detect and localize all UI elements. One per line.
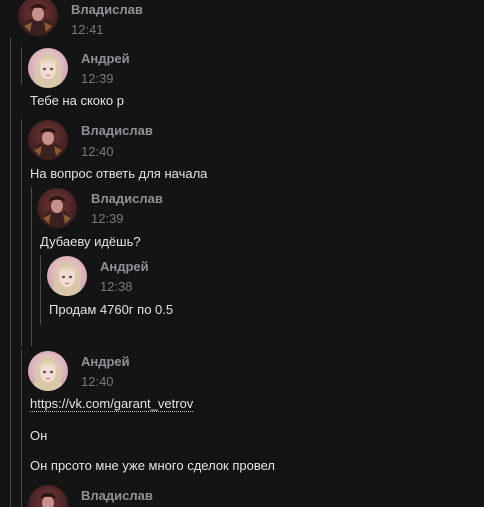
quote-line-level-2c	[21, 349, 22, 507]
dark-warrior-avatar-icon	[37, 188, 77, 228]
avatar[interactable]	[28, 485, 68, 507]
message-author[interactable]: Андрей	[81, 354, 130, 369]
message-text: Дубаеву идёшь?	[40, 234, 141, 249]
message-thread: Владислав 12:41 Андрей 12:39 Тебе на ско…	[0, 0, 484, 507]
message-author[interactable]: Андрей	[100, 259, 149, 274]
message-author[interactable]: Андрей	[81, 51, 130, 66]
blonde-girl-avatar-icon	[47, 256, 87, 296]
message-time[interactable]: 12:38	[100, 279, 133, 294]
avatar[interactable]	[37, 188, 77, 228]
avatar[interactable]	[28, 351, 68, 391]
avatar[interactable]	[28, 48, 68, 88]
quote-line-level-3	[31, 187, 32, 346]
message-time[interactable]: 12:40	[81, 374, 114, 389]
message-text: Он прсото мне уже много сделок провел	[30, 458, 275, 473]
message-link[interactable]: https://vk.com/garant_vetrov	[30, 396, 194, 412]
avatar[interactable]	[47, 256, 87, 296]
dark-warrior-avatar-icon	[28, 485, 68, 507]
message-time[interactable]: 12:39	[81, 71, 114, 86]
quote-line-level-2	[21, 47, 22, 85]
quote-line-level-1	[10, 38, 11, 507]
message-author[interactable]: Владислав	[81, 488, 153, 503]
message-author[interactable]: Владислав	[81, 123, 153, 138]
message-author[interactable]: Владислав	[91, 191, 163, 206]
message-text: Тебе на скоко р	[30, 93, 124, 108]
blonde-girl-avatar-icon	[28, 351, 68, 391]
message-time[interactable]: 12:40	[81, 144, 114, 159]
avatar[interactable]	[18, 0, 58, 36]
dark-warrior-avatar-icon	[18, 0, 58, 36]
message-time[interactable]: 12:41	[71, 22, 104, 37]
blonde-girl-avatar-icon	[28, 48, 68, 88]
message-text: На вопрос ответь для начала	[30, 166, 208, 181]
message-text: Он	[30, 428, 48, 443]
message-time[interactable]: 12:39	[91, 211, 124, 226]
quote-line-level-2b	[21, 119, 22, 346]
avatar[interactable]	[28, 120, 68, 160]
message-text: Продам 4760г по 0.5	[49, 302, 174, 317]
message-author[interactable]: Владислав	[71, 2, 143, 17]
dark-warrior-avatar-icon	[28, 120, 68, 160]
quote-line-level-4	[40, 255, 41, 325]
